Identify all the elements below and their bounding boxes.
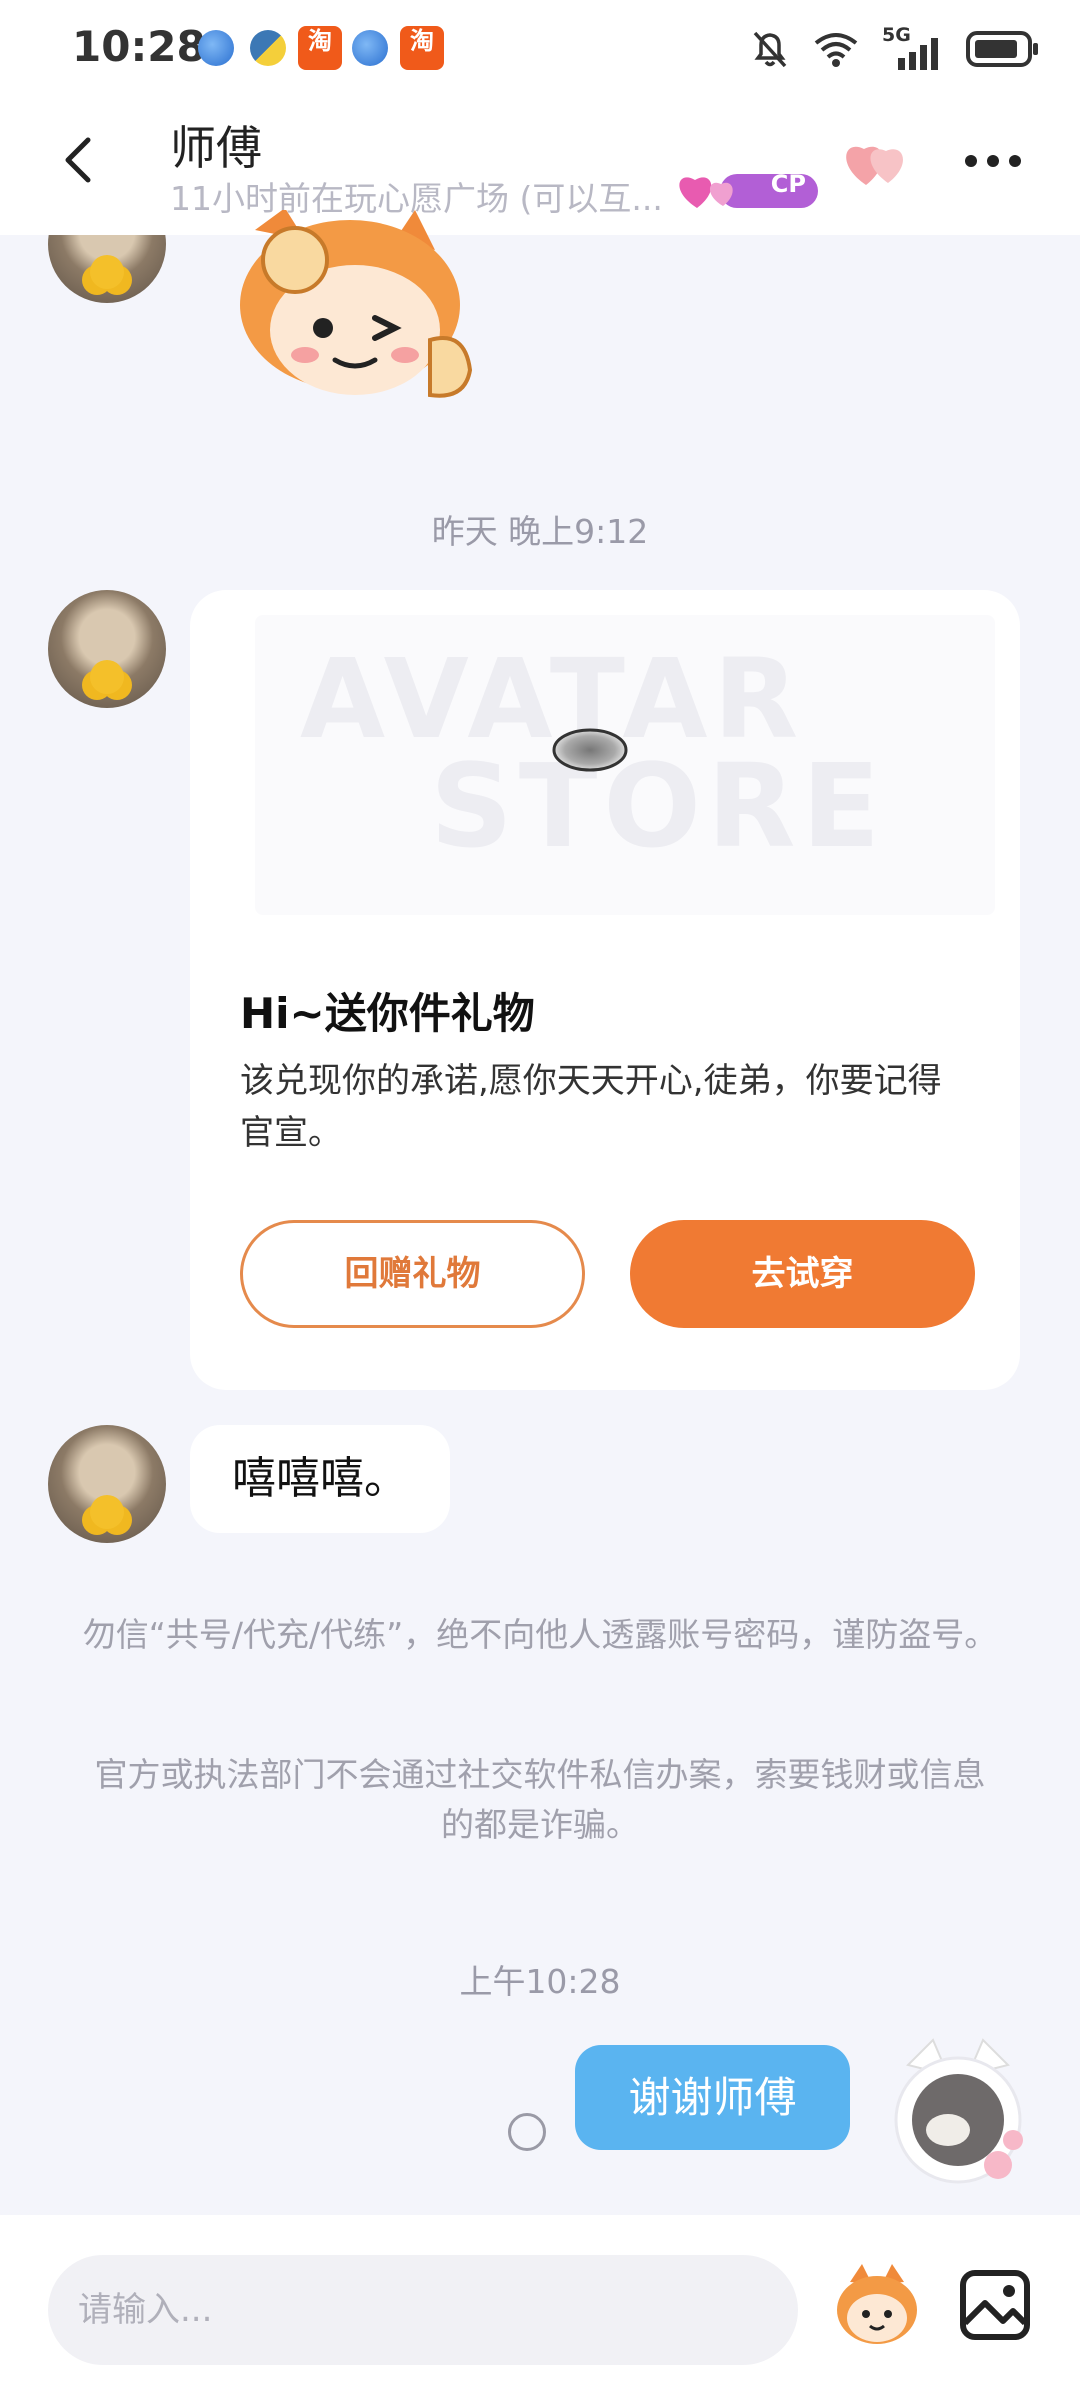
mute-bell-icon (753, 31, 787, 68)
python-app-icon (250, 30, 286, 66)
browser-app-icon (352, 30, 388, 66)
gift-description: 该兑现你的承诺,愿你天天开心,徒弟，你要记得官宣。 (240, 1061, 942, 1153)
gift-image: AVATAR STORE (255, 615, 995, 915)
wink-thumbs-up-sticker (240, 210, 473, 398)
gift-title: Hi~送你件礼物 (240, 989, 535, 1038)
cp-badge[interactable]: CP (675, 168, 820, 212)
message-input[interactable]: 请输入... (48, 2255, 798, 2365)
wifi-icon (814, 33, 858, 67)
contact-avatar[interactable] (48, 1425, 166, 1543)
contact-avatar[interactable] (48, 590, 166, 708)
incoming-message-bubble[interactable]: 嘻嘻嘻。 (190, 1425, 450, 1533)
hearts-icon[interactable] (840, 135, 915, 190)
try-on-button[interactable]: 去试穿 (630, 1220, 975, 1328)
fraud-notice: 官方或执法部门不会通过社交软件私信办案，索要钱财或信息的都是诈骗。 (94, 1755, 986, 1844)
my-avatar[interactable] (878, 2035, 1038, 2195)
timestamp-yesterday: 昨天 晚上9:12 (431, 512, 649, 551)
outgoing-message-bubble[interactable]: 谢谢师傅 (575, 2045, 850, 2150)
status-time: 10:28 (72, 22, 206, 71)
signal-5g-icon: 5G (882, 24, 944, 70)
image-picker-icon[interactable] (955, 2265, 1035, 2345)
return-gift-button[interactable]: 回赠礼物 (240, 1220, 585, 1328)
back-arrow-icon[interactable] (50, 130, 110, 190)
battery-icon (966, 31, 1038, 67)
unread-status-icon (508, 2113, 546, 2151)
sticker-emoji-icon[interactable] (832, 2260, 922, 2350)
contact-name[interactable]: 师傅 (170, 112, 262, 178)
watermark-text: STORE (430, 740, 887, 874)
gift-item-icon (552, 728, 628, 772)
timestamp-today: 上午10:28 (459, 1962, 621, 2001)
gift-card[interactable]: AVATAR STORE Hi~送你件礼物 该兑现你的承诺,愿你天天开心,徒弟，… (190, 590, 1020, 1390)
status-icons: 5G (750, 24, 1040, 70)
more-options-icon[interactable] (965, 155, 1021, 167)
taobao-app-icon: 淘 (298, 26, 342, 70)
input-bar: 请输入... (0, 2215, 1080, 2400)
browser-app-icon (198, 30, 234, 66)
chat-header: 师傅 11小时前在玩心愿广场 (可以互... CP (0, 100, 1080, 235)
status-bar: 10:28 淘 淘 5G (0, 0, 1080, 100)
cp-label: CP (770, 170, 806, 198)
taobao-app-icon: 淘 (400, 26, 444, 70)
security-notice: 勿信“共号/代充/代练”，绝不向他人透露账号密码，谨防盗号。 (82, 1615, 998, 1654)
